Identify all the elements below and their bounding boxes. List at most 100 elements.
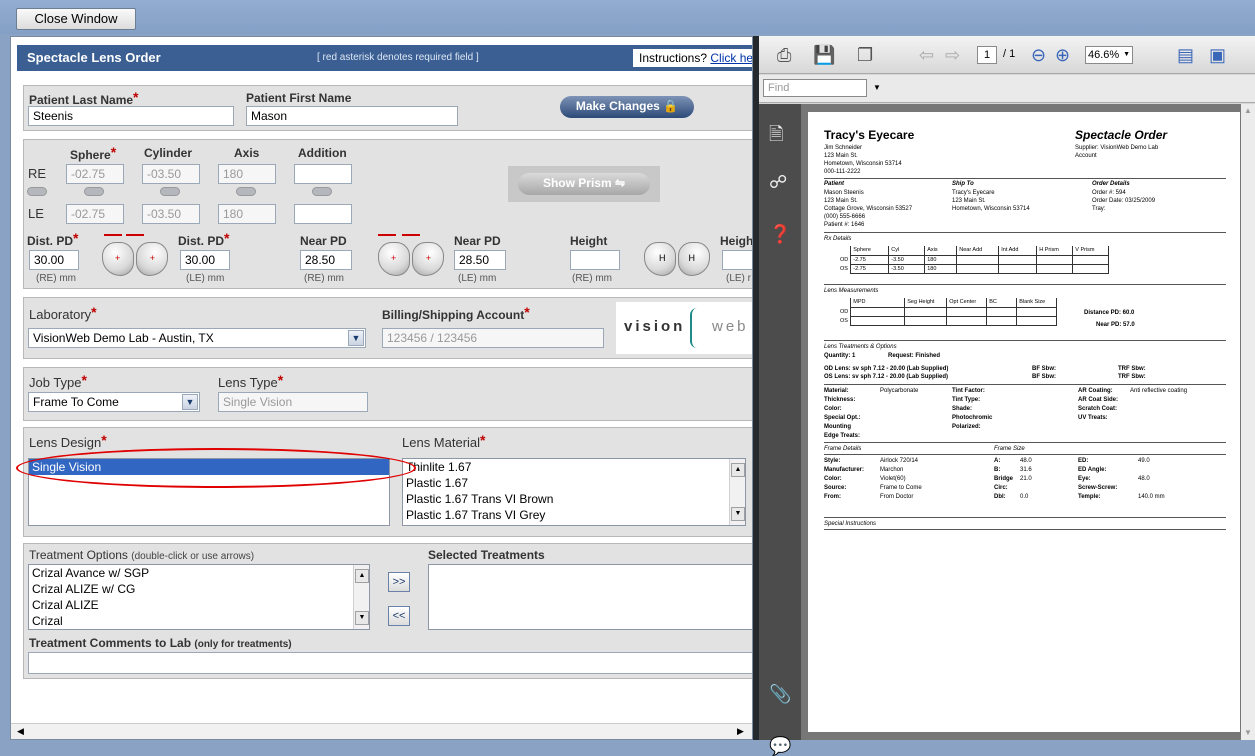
- frame-size-value: 49.0: [1138, 458, 1150, 464]
- re-lens-icon: +: [102, 242, 134, 276]
- list-item[interactable]: Crizal ALIZE: [29, 597, 369, 613]
- doc-text: Near PD: 57.0: [1096, 322, 1135, 328]
- doc-text: Order Details: [1092, 181, 1130, 187]
- le-dist-pd-input[interactable]: 30.00: [180, 250, 230, 270]
- patient-last-name-input[interactable]: Steenis: [28, 106, 234, 126]
- instructions-label: Instructions?: [639, 51, 708, 65]
- annotation-ellipse: [16, 448, 416, 488]
- patient-last-name-label: Patient Last Name*: [29, 89, 139, 107]
- fit-width-icon[interactable]: ▤: [1177, 45, 1194, 65]
- scrollbar[interactable]: ▲ ▼: [353, 565, 369, 629]
- chevron-down-icon: ▼: [182, 394, 198, 410]
- tint-label: Polarized:: [952, 424, 981, 430]
- scroll-down-icon[interactable]: ▼: [1244, 728, 1252, 737]
- cylinder-label: Cylinder: [144, 146, 193, 160]
- doc-text: Jim Schneider: [824, 145, 863, 151]
- pages-icon[interactable]: 🗎: [769, 124, 783, 144]
- chevron-down-icon[interactable]: ▼: [873, 83, 881, 92]
- re-sphere-input[interactable]: -02.75: [66, 164, 124, 184]
- divider: [824, 284, 1226, 285]
- frame-size-label: ED:: [1078, 458, 1089, 464]
- scroll-left-icon[interactable]: ◀: [17, 726, 24, 737]
- treatment-comments-input[interactable]: [28, 652, 752, 674]
- re-down-icon[interactable]: [27, 187, 47, 196]
- attachment-icon[interactable]: 📎: [769, 684, 791, 704]
- next-page-icon[interactable]: ⇨: [945, 45, 960, 65]
- billing-account-input[interactable]: 123456 / 123456: [382, 328, 604, 348]
- add-treatment-button[interactable]: >>: [388, 572, 410, 592]
- prev-page-icon[interactable]: ⇦: [919, 45, 934, 65]
- lens-type-label: Lens Type*: [218, 372, 284, 390]
- zoom-out-icon[interactable]: ⊖: [1031, 45, 1046, 65]
- re-height-input[interactable]: [570, 250, 620, 270]
- viewer-sidebar: 🗎 ☍ ❓ 📎 💬: [759, 104, 801, 756]
- find-input[interactable]: Find: [763, 79, 867, 97]
- le-height-input[interactable]: [722, 250, 752, 270]
- instructions-link[interactable]: Click here: [710, 51, 752, 65]
- laboratory-select[interactable]: VisionWeb Demo Lab - Austin, TX ▼: [28, 328, 366, 348]
- scroll-down-icon[interactable]: ▼: [355, 611, 369, 625]
- fit-page-icon[interactable]: ▣: [1209, 45, 1226, 65]
- comments-icon[interactable]: 💬: [769, 736, 791, 756]
- sphere-stepper[interactable]: [84, 187, 104, 196]
- list-item[interactable]: Plastic 1.67 Trans VI Brown: [403, 491, 745, 507]
- doc-text: Quantity: 1: [824, 353, 856, 359]
- le-axis-input[interactable]: 180: [218, 204, 276, 224]
- save-icon[interactable]: 💾: [813, 45, 835, 65]
- scroll-down-icon[interactable]: ▼: [731, 507, 745, 521]
- divider: [824, 340, 1226, 341]
- copy-icon[interactable]: ❐: [857, 45, 873, 65]
- cylinder-stepper[interactable]: [160, 187, 180, 196]
- doc-text: Order Date: 03/25/2009: [1092, 198, 1156, 204]
- zoom-in-icon[interactable]: ⊕: [1055, 45, 1070, 65]
- re-cylinder-input[interactable]: -03.50: [142, 164, 200, 184]
- le-near-pd-input[interactable]: 28.50: [454, 250, 506, 270]
- treatment-section: Treatment Options (double-click or use a…: [23, 543, 752, 679]
- make-changes-button[interactable]: Make Changes 🔒: [560, 96, 694, 118]
- list-item[interactable]: Crizal ALIZE w/ CG: [29, 581, 369, 597]
- patient-first-name-input[interactable]: Mason: [246, 106, 458, 126]
- close-window-button[interactable]: Close Window: [16, 8, 136, 30]
- axis-stepper[interactable]: [236, 187, 256, 196]
- tint-label: Tint Type:: [952, 397, 981, 403]
- form-header: Spectacle Lens Order [ red asterisk deno…: [17, 45, 752, 71]
- horizontal-scrollbar[interactable]: ◀ ▶: [11, 723, 752, 739]
- help-icon[interactable]: ❓: [769, 224, 791, 244]
- document-scrollbar[interactable]: ▲ ▼: [1241, 104, 1255, 740]
- scrollbar[interactable]: ▲ ▼: [729, 459, 745, 525]
- list-item[interactable]: Crizal Avance w/ SGP: [29, 565, 369, 581]
- doc-text: 123 Main St.: [824, 153, 858, 159]
- list-item[interactable]: Crizal: [29, 613, 369, 629]
- scroll-up-icon[interactable]: ▲: [731, 463, 745, 477]
- binoculars-icon[interactable]: ☍: [769, 172, 787, 192]
- scroll-right-icon[interactable]: ▶: [737, 726, 744, 737]
- re-addition-input[interactable]: [294, 164, 352, 184]
- frame-value: Frame to Come: [880, 485, 922, 491]
- scroll-up-icon[interactable]: ▲: [355, 569, 369, 583]
- list-item[interactable]: Plastic 1.67 Trans VI Grey: [403, 507, 745, 523]
- lens-type-input[interactable]: Single Vision: [218, 392, 368, 412]
- job-type-select[interactable]: Frame To Come ▼: [28, 392, 200, 412]
- list-item[interactable]: Plastic 1.67: [403, 475, 745, 491]
- print-icon[interactable]: ⎙: [777, 45, 791, 65]
- le-cylinder-input[interactable]: -03.50: [142, 204, 200, 224]
- coating-value: Anti reflective coating: [1130, 388, 1188, 394]
- re-dist-pd-unit: (RE) mm: [36, 273, 76, 284]
- page-number-input[interactable]: 1: [977, 46, 997, 64]
- list-item[interactable]: Thinlite 1.67: [403, 459, 745, 475]
- zoom-select[interactable]: 46.6% ▼: [1085, 46, 1133, 64]
- re-dist-pd-input[interactable]: 30.00: [29, 250, 79, 270]
- addition-stepper[interactable]: [312, 187, 332, 196]
- lens-material-list[interactable]: Thinlite 1.67 Plastic 1.67 Plastic 1.67 …: [402, 458, 746, 526]
- divider: [824, 454, 1226, 455]
- le-sphere-input[interactable]: -02.75: [66, 204, 124, 224]
- re-near-pd-input[interactable]: 28.50: [300, 250, 352, 270]
- scroll-up-icon[interactable]: ▲: [1244, 106, 1252, 115]
- selected-treatments-list[interactable]: [428, 564, 752, 630]
- remove-treatment-button[interactable]: <<: [388, 606, 410, 626]
- re-axis-input[interactable]: 180: [218, 164, 276, 184]
- treatment-options-list[interactable]: Crizal Avance w/ SGP Crizal ALIZE w/ CG …: [28, 564, 370, 630]
- le-addition-input[interactable]: [294, 204, 352, 224]
- pd-arrow-icon: [104, 234, 122, 236]
- show-prism-button[interactable]: Show Prism ⇋: [518, 173, 650, 195]
